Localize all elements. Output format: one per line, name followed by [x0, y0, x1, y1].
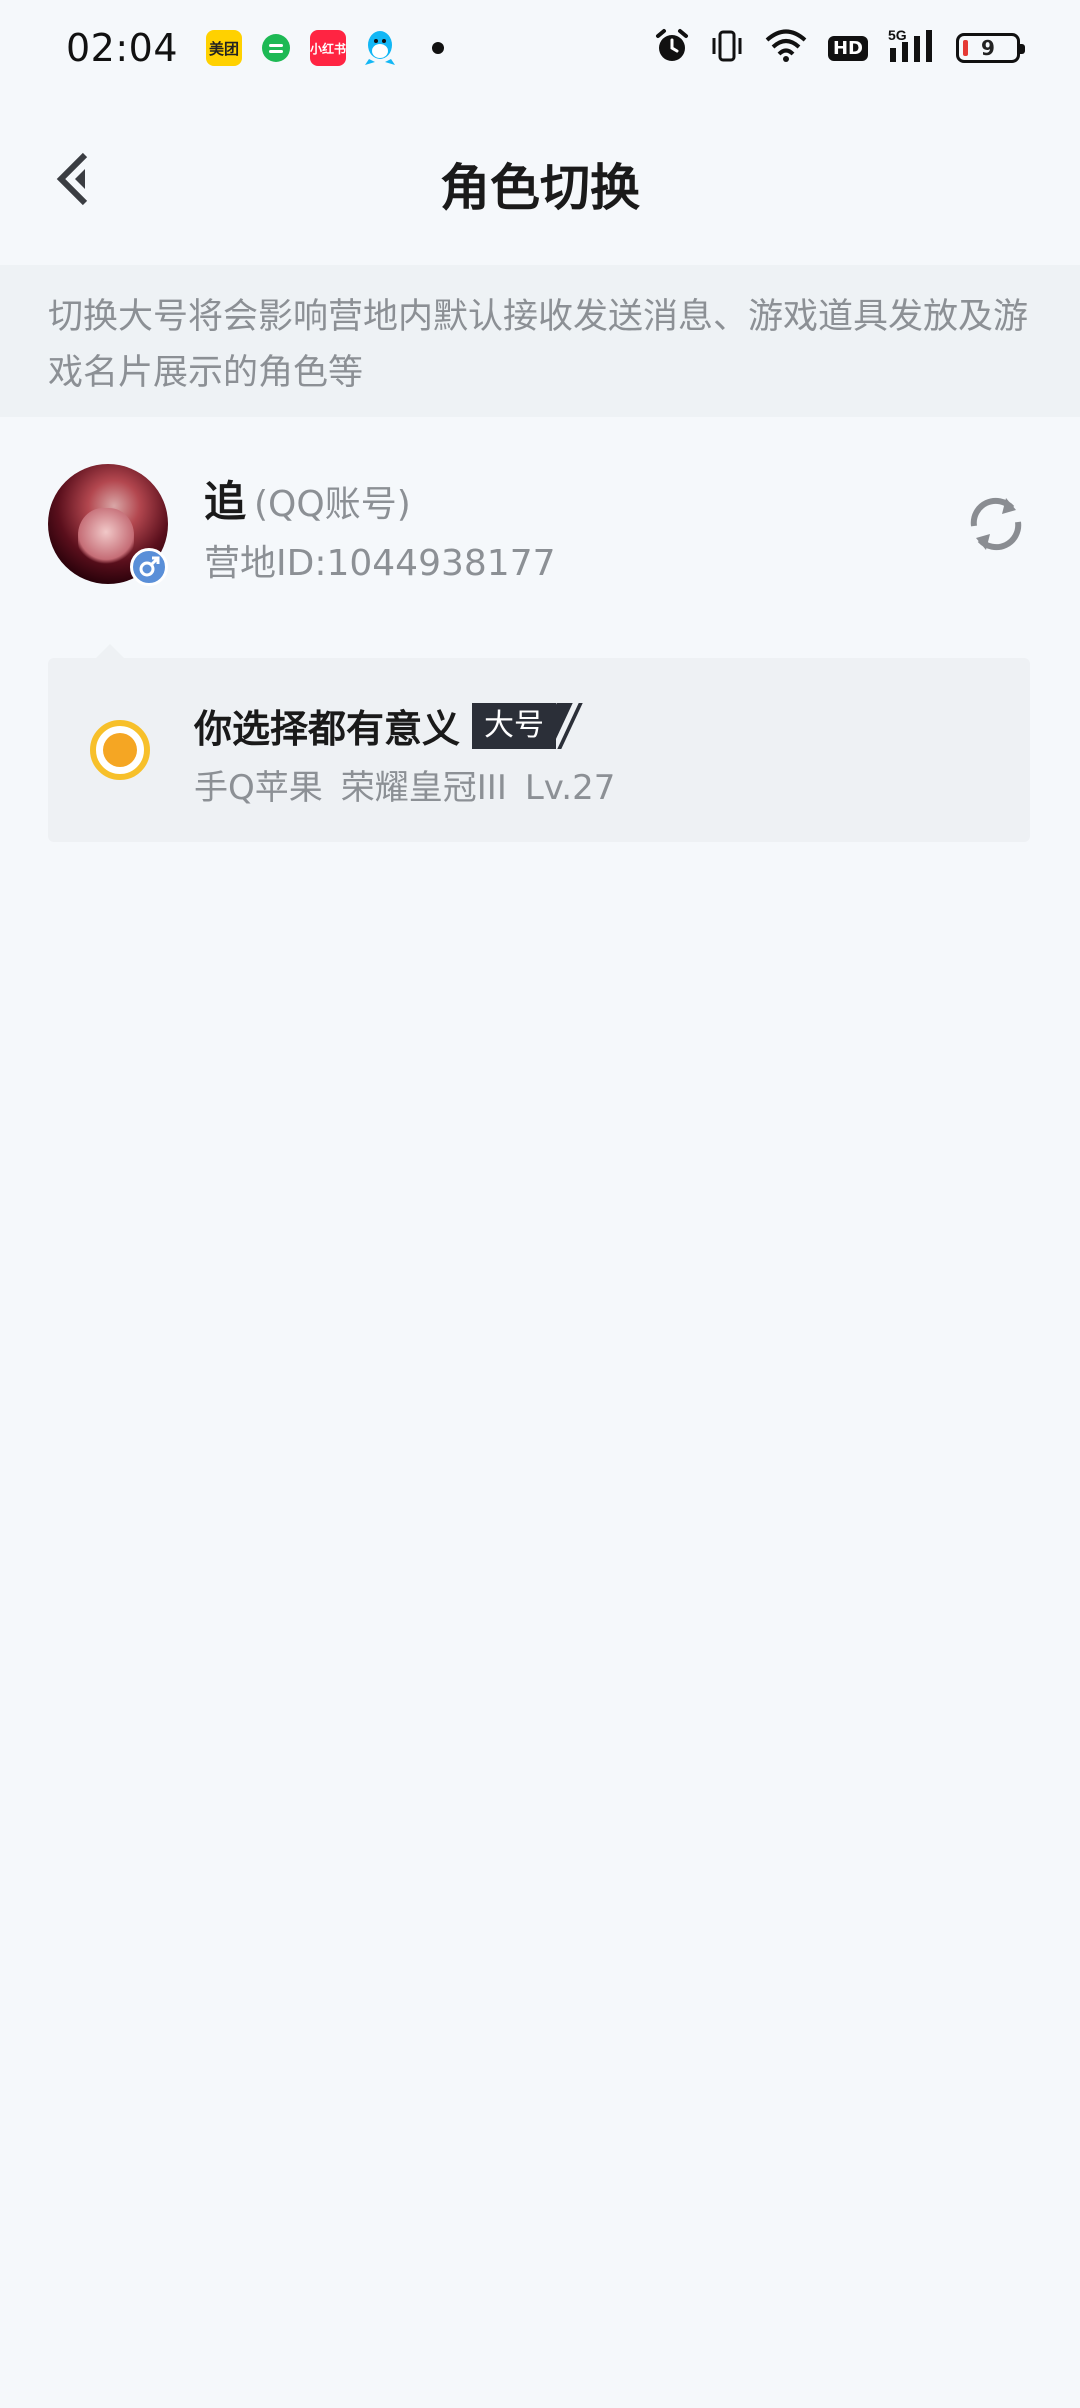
role-info: 手Q苹果 荣耀皇冠III Lv.27 — [194, 760, 633, 809]
notification-icons: 美团 小红书 — [206, 30, 445, 66]
role-name: 你选择都有意义 — [194, 707, 461, 751]
role-name-row: 你选择都有意义 大号 — [194, 698, 584, 753]
notice-banner: 切换大号将会影响营地内默认接收发送消息、游戏道具发放及游戏名片展示的角色等 — [0, 265, 1080, 417]
meituan-app-icon: 美团 — [206, 30, 243, 66]
hd-icon: HD — [827, 35, 868, 61]
role-card[interactable]: 你选择都有意义 大号 手Q苹果 荣耀皇冠III Lv.27 — [48, 644, 1030, 842]
main-account-badge-label: 大号 — [472, 702, 557, 749]
alarm-icon — [654, 28, 690, 68]
account-name-row: 追 (QQ账号) — [204, 468, 411, 529]
svg-text:5G: 5G — [888, 28, 907, 43]
account-row: 追 (QQ账号) 营地ID:1044938177 — [0, 440, 1080, 600]
header: 角色切换 — [0, 120, 1080, 240]
more-notifications-dot — [432, 42, 445, 54]
role-radio-selected[interactable] — [90, 720, 150, 780]
xiaohongshu-app-icon: 小红书 — [310, 30, 346, 66]
system-icons: HD 5G 9 — [654, 27, 1025, 68]
account-id: 营地ID:1044938177 — [204, 543, 556, 584]
role-level: Lv.27 — [524, 768, 616, 808]
qq-app-icon — [362, 30, 398, 66]
page-title: 角色切换 — [440, 159, 640, 217]
status-time: 02:04 — [66, 26, 179, 70]
battery-level: 9 — [981, 36, 995, 60]
refresh-icon — [970, 497, 1022, 551]
role-platform: 手Q苹果 — [194, 768, 323, 808]
switch-account-button[interactable] — [964, 492, 1028, 556]
signal-icon: 5G — [888, 27, 936, 68]
main-account-badge: 大号 — [472, 702, 584, 749]
status-bar: 02:04 美团 小红书 HD 5G 9 — [0, 0, 1080, 96]
role-rank: 荣耀皇冠III — [340, 768, 507, 808]
battery-icon: 9 — [956, 33, 1025, 63]
message-app-icon — [258, 30, 294, 66]
notice-text: 切换大号将会影响营地内默认接收发送消息、游戏道具发放及游戏名片展示的角色等 — [48, 297, 1029, 393]
vibrate-icon — [710, 28, 744, 68]
male-gender-icon — [130, 548, 168, 586]
account-type: (QQ账号) — [254, 484, 411, 525]
account-name: 追 — [204, 477, 247, 526]
wifi-icon — [764, 29, 808, 67]
